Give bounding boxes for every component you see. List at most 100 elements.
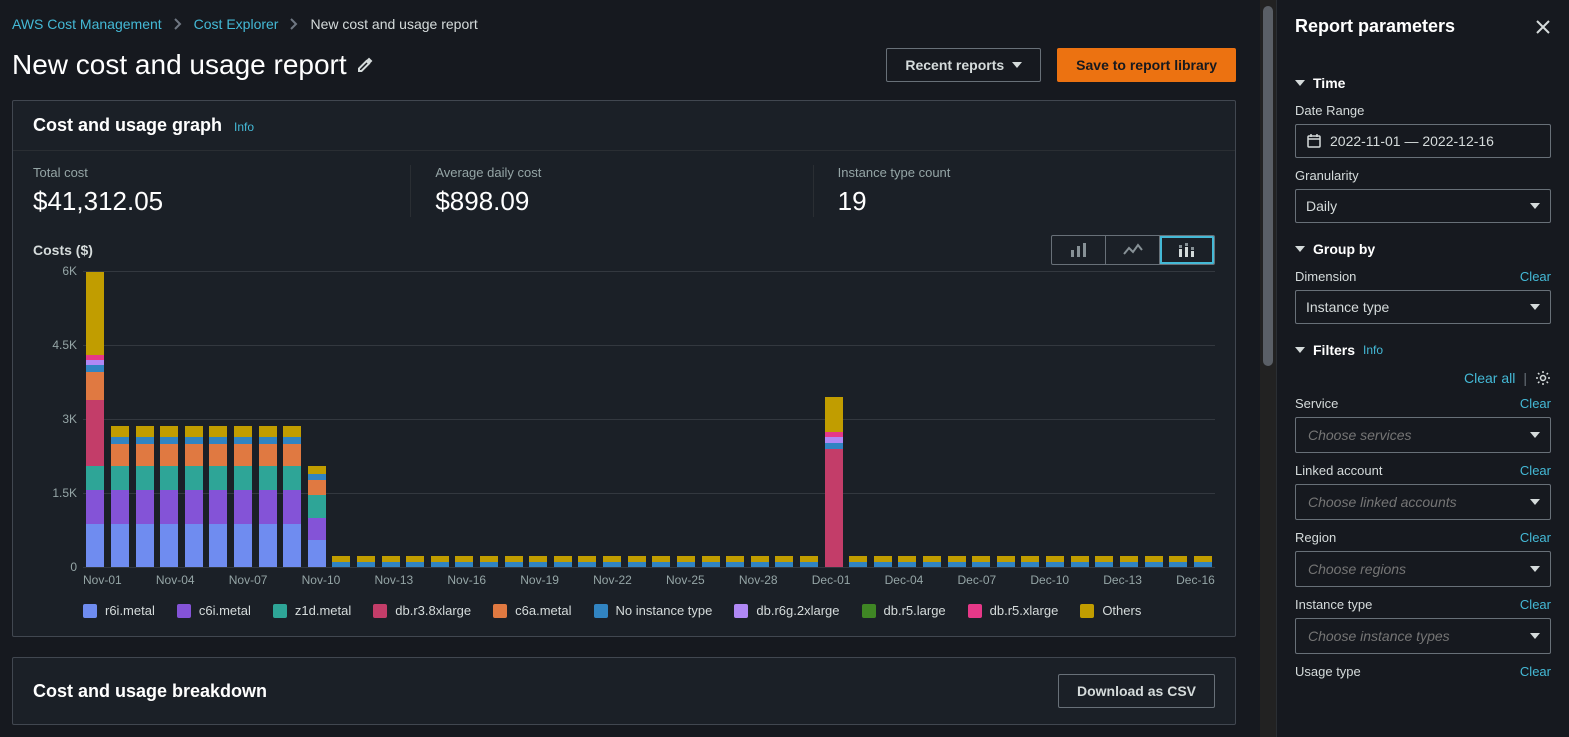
- x-tick: Nov-04: [156, 573, 195, 587]
- bar[interactable]: [652, 556, 670, 567]
- bar[interactable]: [431, 556, 449, 567]
- graph-info-link[interactable]: Info: [234, 120, 254, 134]
- filters-clear-all[interactable]: Clear all: [1464, 370, 1515, 386]
- bar[interactable]: [726, 556, 744, 567]
- gear-icon[interactable]: [1535, 370, 1551, 386]
- bar[interactable]: [505, 556, 523, 567]
- bar[interactable]: [455, 556, 473, 567]
- section-groupby[interactable]: Group by: [1295, 241, 1551, 257]
- filter-clear[interactable]: Clear: [1520, 396, 1551, 411]
- legend-item[interactable]: db.r5.large: [862, 603, 946, 618]
- bar[interactable]: [702, 556, 720, 567]
- chart-type-line-button[interactable]: [1106, 236, 1160, 264]
- bar[interactable]: [578, 556, 596, 567]
- bar[interactable]: [677, 556, 695, 567]
- bar[interactable]: [751, 556, 769, 567]
- filters-info-link[interactable]: Info: [1363, 343, 1383, 357]
- bar[interactable]: [283, 426, 301, 567]
- x-tick: [940, 573, 957, 587]
- bar[interactable]: [1046, 556, 1064, 567]
- legend-item[interactable]: z1d.metal: [273, 603, 351, 618]
- bar[interactable]: [603, 556, 621, 567]
- section-filters[interactable]: Filters Info: [1295, 342, 1551, 358]
- bar[interactable]: [972, 556, 990, 567]
- bar[interactable]: [209, 426, 227, 567]
- bar[interactable]: [923, 556, 941, 567]
- bar[interactable]: [1021, 556, 1039, 567]
- filter-clear[interactable]: Clear: [1520, 597, 1551, 612]
- date-range-picker[interactable]: 2022-11-01 — 2022-12-16: [1295, 124, 1551, 158]
- granularity-select[interactable]: Daily: [1295, 189, 1551, 223]
- breadcrumb-mid[interactable]: Cost Explorer: [194, 16, 279, 32]
- legend-item[interactable]: c6a.metal: [493, 603, 571, 618]
- download-csv-button[interactable]: Download as CSV: [1058, 674, 1215, 708]
- bar[interactable]: [628, 556, 646, 567]
- dimension-clear[interactable]: Clear: [1520, 269, 1551, 284]
- bar[interactable]: [480, 556, 498, 567]
- filter-select[interactable]: [1295, 417, 1551, 453]
- legend-item[interactable]: c6i.metal: [177, 603, 251, 618]
- x-tick: Nov-19: [520, 573, 559, 587]
- bar[interactable]: [554, 556, 572, 567]
- legend-item[interactable]: db.r5.xlarge: [968, 603, 1059, 618]
- bar[interactable]: [529, 556, 547, 567]
- recent-reports-button[interactable]: Recent reports: [886, 48, 1041, 82]
- save-library-button[interactable]: Save to report library: [1057, 48, 1236, 82]
- bar[interactable]: [332, 556, 350, 567]
- filter-clear[interactable]: Clear: [1520, 463, 1551, 478]
- bar[interactable]: [1071, 556, 1089, 567]
- edit-icon[interactable]: [357, 57, 373, 73]
- x-tick: [340, 573, 357, 587]
- breadcrumb-root[interactable]: AWS Cost Management: [12, 16, 162, 32]
- bar[interactable]: [1095, 556, 1113, 567]
- filter-select[interactable]: [1295, 618, 1551, 654]
- filter-input[interactable]: [1306, 627, 1522, 645]
- filter-input[interactable]: [1306, 560, 1522, 578]
- bar[interactable]: [136, 426, 154, 567]
- filter-select[interactable]: [1295, 484, 1551, 520]
- bar[interactable]: [1145, 556, 1163, 567]
- close-icon[interactable]: [1535, 19, 1551, 35]
- bar[interactable]: [874, 556, 892, 567]
- bar[interactable]: [1194, 556, 1212, 567]
- bar[interactable]: [234, 426, 252, 567]
- bar[interactable]: [259, 426, 277, 567]
- legend-item[interactable]: No instance type: [594, 603, 713, 618]
- bar[interactable]: [800, 556, 818, 567]
- legend-item[interactable]: db.r6g.2xlarge: [734, 603, 839, 618]
- chart-type-bar-button[interactable]: [1052, 236, 1106, 264]
- filter-clear[interactable]: Clear: [1520, 530, 1551, 545]
- bar[interactable]: [185, 426, 203, 567]
- legend-item[interactable]: db.r3.8xlarge: [373, 603, 471, 618]
- y-tick: 1.5K: [37, 486, 77, 500]
- bar[interactable]: [382, 556, 400, 567]
- filter-select[interactable]: [1295, 551, 1551, 587]
- bar[interactable]: [997, 556, 1015, 567]
- filter-input[interactable]: [1306, 426, 1522, 444]
- legend-item[interactable]: Others: [1080, 603, 1141, 618]
- bar[interactable]: [849, 556, 867, 567]
- filter-input[interactable]: [1306, 493, 1522, 511]
- bar[interactable]: [1120, 556, 1138, 567]
- bar[interactable]: [357, 556, 375, 567]
- bar[interactable]: [825, 397, 843, 567]
- chart-type-toggle: [1051, 235, 1215, 265]
- legend-label: z1d.metal: [295, 603, 351, 618]
- x-tick: [850, 573, 867, 587]
- bar[interactable]: [86, 272, 104, 567]
- bar[interactable]: [1169, 556, 1187, 567]
- bar[interactable]: [948, 556, 966, 567]
- chart-type-stacked-button[interactable]: [1160, 236, 1214, 264]
- filter-clear[interactable]: Clear: [1520, 664, 1551, 679]
- bar[interactable]: [775, 556, 793, 567]
- section-time[interactable]: Time: [1295, 75, 1551, 91]
- bar[interactable]: [111, 426, 129, 567]
- chart-legend: r6i.metal c6i.metal z1d.metal db.r3.8xlarge…: [83, 603, 1215, 618]
- bar[interactable]: [308, 466, 326, 567]
- main-scrollbar[interactable]: [1260, 0, 1276, 737]
- dimension-select[interactable]: Instance type: [1295, 290, 1551, 324]
- legend-item[interactable]: r6i.metal: [83, 603, 155, 618]
- bar[interactable]: [160, 426, 178, 567]
- bar[interactable]: [898, 556, 916, 567]
- bar[interactable]: [406, 556, 424, 567]
